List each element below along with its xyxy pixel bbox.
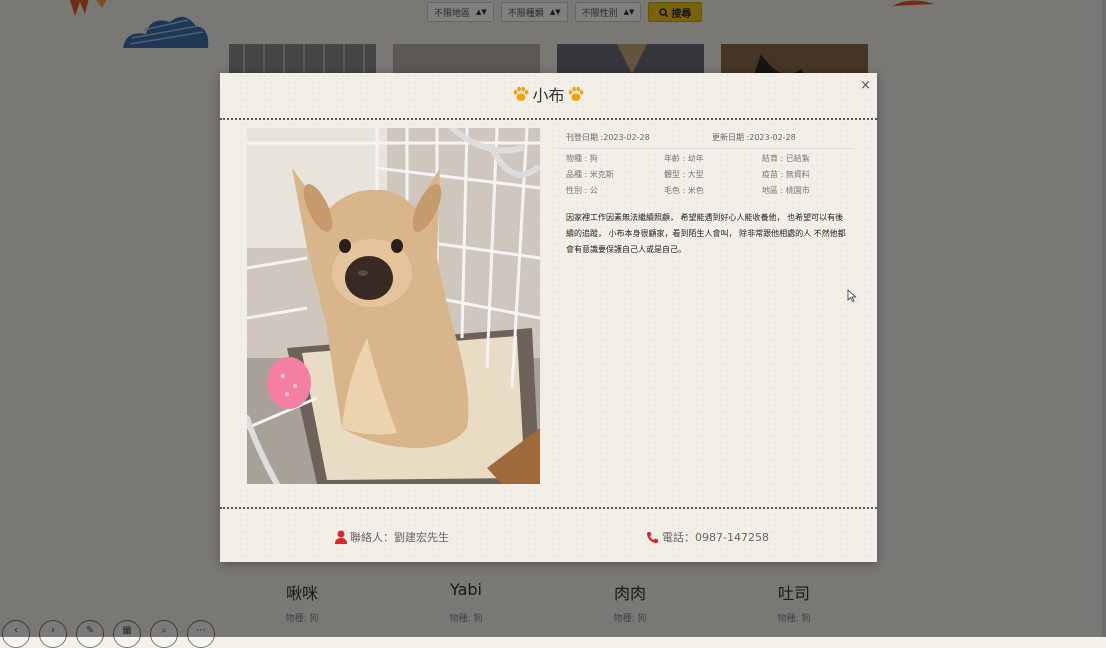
detail-breed: 品種 : 米克斯 [566, 170, 614, 179]
mouse-cursor-icon [847, 289, 857, 303]
detail-size: 體型 : 大型 [664, 170, 704, 179]
detail-region: 地區 : 桃園市 [762, 186, 810, 195]
contact-phone[interactable]: 電話：0987-147258 [646, 529, 769, 545]
detail-age: 年齡 : 幼年 [664, 154, 704, 163]
contact-person: 聯絡人：劉建宏先生 [335, 529, 449, 545]
detail-vaccine: 疫苗 : 無資料 [762, 170, 810, 179]
update-date: 更新日期 :2023-02-28 [712, 132, 796, 142]
phone-icon [647, 531, 658, 543]
pet-photo [247, 128, 540, 484]
modal-header: 小布 × [220, 73, 877, 120]
user-icon [335, 530, 347, 544]
modal-title: 小布 [220, 82, 877, 106]
detail-sex: 性別 : 公 [566, 186, 598, 195]
pet-name: 小布 [532, 86, 565, 105]
detail-species: 物種 : 狗 [566, 154, 598, 163]
contact-phone-label: 電話：0987-147258 [662, 531, 769, 544]
publish-date: 刊登日期 :2023-02-28 [566, 132, 650, 142]
detail-neutered: 結育 : 已結紮 [762, 154, 810, 163]
paw-icon [568, 86, 583, 101]
pet-info-panel: 刊登日期 :2023-02-28 更新日期 :2023-02-28 物種 : 狗… [558, 130, 854, 258]
contact-person-label: 聯絡人：劉建宏先生 [350, 531, 449, 544]
pet-detail-modal: 小布 × 刊登日期:2023-02-28 更新日期:2023-02-28 物… [220, 73, 877, 562]
modal-footer: 聯絡人：劉建宏先生 電話：0987-147258 [220, 507, 877, 564]
date-row: 刊登日期 :2023-02-28 更新日期 :2023-02-28 [558, 130, 854, 149]
close-icon[interactable]: × [860, 78, 871, 93]
pet-description: 因家裡工作因素無法繼續照顧， 希望能遇到好心人能收養他， 也希望可以有後續的追蹤… [566, 213, 846, 254]
paw-icon [514, 86, 529, 101]
pet-detail-grid: 物種 : 狗 年齡 : 幼年 結育 : 已結紮 品種 : 米克斯 體型 : 大型… [558, 153, 854, 198]
detail-color: 毛色 : 米色 [664, 186, 704, 195]
